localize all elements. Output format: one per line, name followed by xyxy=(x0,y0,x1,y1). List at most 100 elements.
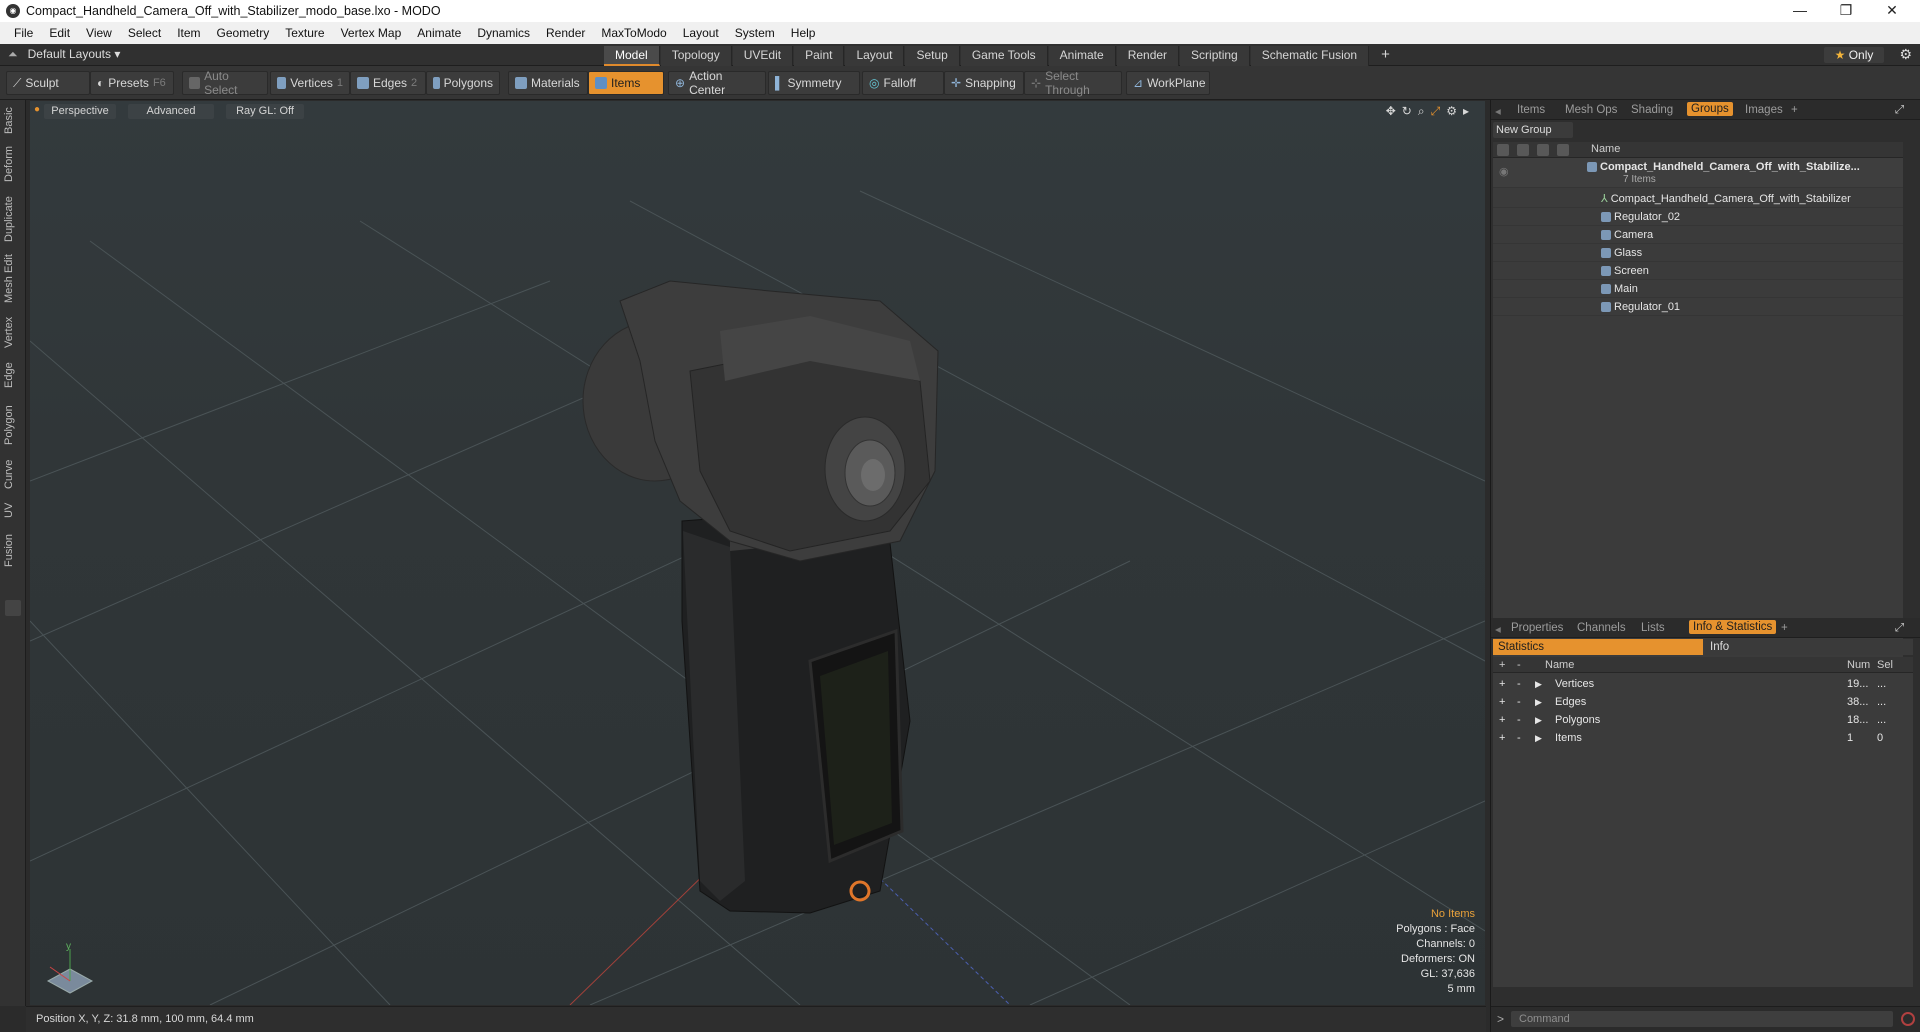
expand-arrow-icon[interactable]: ▶ xyxy=(1535,675,1542,693)
group-item-row[interactable]: Screen xyxy=(1493,262,1903,280)
statistics-tab[interactable]: Statistics xyxy=(1493,639,1703,655)
tab-schematic-fusion[interactable]: Schematic Fusion xyxy=(1250,46,1370,66)
left-tab-duplicate[interactable]: Duplicate xyxy=(3,192,23,246)
tab-scripting[interactable]: Scripting xyxy=(1180,46,1250,66)
rotate-icon[interactable]: ↻ xyxy=(1402,104,1412,119)
command-input[interactable]: Command xyxy=(1511,1011,1893,1027)
collapse-all-icon[interactable]: - xyxy=(1517,657,1521,673)
group-item-row[interactable]: ⅄ Compact_Handheld_Camera_Off_with_Stabil… xyxy=(1493,190,1903,208)
stats-row-vertices[interactable]: + - ▶ Vertices 19... ... xyxy=(1493,675,1913,693)
menu-item[interactable]: Item xyxy=(169,26,208,40)
left-tab-curve[interactable]: Curve xyxy=(3,456,23,492)
menu-vertex-map[interactable]: Vertex Map xyxy=(333,26,410,40)
viewport-expand-icon[interactable]: ▸ xyxy=(1463,104,1469,119)
name-column-header[interactable]: Name xyxy=(1591,143,1620,155)
expand-arrow-icon[interactable]: ▶ xyxy=(1535,711,1542,729)
fit-icon[interactable]: ⤢ xyxy=(1431,104,1441,119)
minimize-button[interactable]: — xyxy=(1777,0,1823,22)
tab-channels[interactable]: Channels xyxy=(1577,622,1626,634)
tab-paint[interactable]: Paint xyxy=(794,46,845,66)
only-toggle[interactable]: ★ Only xyxy=(1824,47,1884,63)
tab-mesh-ops[interactable]: Mesh Ops xyxy=(1565,104,1617,116)
tab-model[interactable]: Model xyxy=(604,46,660,66)
remove-icon[interactable]: - xyxy=(1517,729,1521,747)
layouts-dropdown[interactable]: ⏶ Default Layouts ▾ xyxy=(8,47,120,62)
menu-help[interactable]: Help xyxy=(783,26,824,40)
tab-render[interactable]: Render xyxy=(1116,46,1180,66)
add-icon[interactable]: + xyxy=(1499,675,1505,693)
menu-render[interactable]: Render xyxy=(538,26,593,40)
snapping-button[interactable]: ✛ Snapping xyxy=(944,71,1024,95)
menu-view[interactable]: View xyxy=(78,26,120,40)
tab-animate[interactable]: Animate xyxy=(1048,46,1116,66)
left-tab-edge[interactable]: Edge xyxy=(3,358,23,392)
vertices-button[interactable]: Vertices 1 xyxy=(270,71,350,95)
gear-icon[interactable]: ⚙ xyxy=(1899,46,1912,63)
remove-icon[interactable]: - xyxy=(1517,693,1521,711)
tab-images[interactable]: Images xyxy=(1745,104,1783,116)
falloff-button[interactable]: ◎ Falloff xyxy=(862,71,944,95)
group-root-row[interactable]: ◉ Compact_Handheld_Camera_Off_with_Stabi… xyxy=(1493,158,1903,188)
add-icon[interactable]: + xyxy=(1499,711,1505,729)
record-icon[interactable] xyxy=(1901,1012,1915,1026)
left-tab-vertex[interactable]: Vertex xyxy=(3,312,23,352)
pan-icon[interactable]: ✥ xyxy=(1386,104,1396,119)
info-tab[interactable]: Info xyxy=(1705,639,1913,655)
visibility-column-icon[interactable] xyxy=(1497,144,1509,156)
menu-edit[interactable]: Edit xyxy=(41,26,78,40)
lock-column-icon[interactable] xyxy=(1537,144,1549,156)
view-type-dropdown[interactable]: Perspective xyxy=(44,104,116,119)
left-tab-fusion[interactable]: Fusion xyxy=(3,530,23,570)
tab-uvedit[interactable]: UVEdit xyxy=(732,46,794,66)
action-center-button[interactable]: ⊕ Action Center xyxy=(668,69,766,97)
menu-layout[interactable]: Layout xyxy=(675,26,727,40)
materials-button[interactable]: Materials xyxy=(508,71,588,95)
menu-dynamics[interactable]: Dynamics xyxy=(469,26,538,40)
stats-row-items[interactable]: + - ▶ Items 1 0 xyxy=(1493,729,1913,747)
menu-file[interactable]: File xyxy=(6,26,41,40)
viewport-settings-icon[interactable]: ⚙ xyxy=(1446,104,1457,119)
group-item-row[interactable]: Glass xyxy=(1493,244,1903,262)
raygl-toggle[interactable]: Ray GL: Off xyxy=(226,104,304,119)
menu-texture[interactable]: Texture xyxy=(277,26,332,40)
expand-arrow-icon[interactable]: ▶ xyxy=(1535,729,1542,747)
close-button[interactable]: ✕ xyxy=(1869,0,1915,22)
3d-viewport[interactable]: y ● Perspective Advanced Ray GL: Off ✥ ↻… xyxy=(30,101,1485,1005)
maximize-button[interactable]: ❐ xyxy=(1823,0,1869,22)
shading-dropdown[interactable]: Advanced xyxy=(128,104,214,119)
menu-maxtomodo[interactable]: MaxToModo xyxy=(593,26,674,40)
tab-info-statistics[interactable]: Info & Statistics xyxy=(1689,620,1777,634)
menu-select[interactable]: Select xyxy=(120,26,169,40)
sculpt-button[interactable]: ⟋ Sculpt xyxy=(6,71,90,95)
left-tab-uv[interactable]: UV xyxy=(3,498,23,522)
viewport-menu-icon[interactable]: ● xyxy=(34,104,40,115)
camera-model[interactable] xyxy=(582,280,939,914)
tab-game-tools[interactable]: Game Tools xyxy=(960,46,1048,66)
symmetry-button[interactable]: ▌ Symmetry xyxy=(768,71,860,95)
tab-properties[interactable]: Properties xyxy=(1511,622,1563,634)
auto-select-button[interactable]: Auto Select xyxy=(182,69,268,97)
bottom-panel-menu-icon[interactable]: ◂ xyxy=(1495,622,1501,636)
polygons-button[interactable]: Polygons xyxy=(426,71,500,95)
add-tab-button[interactable]: + xyxy=(1370,46,1401,66)
render-column-icon[interactable] xyxy=(1517,144,1529,156)
stats-row-polygons[interactable]: + - ▶ Polygons 18... ... xyxy=(1493,711,1913,729)
group-item-row[interactable]: Camera xyxy=(1493,226,1903,244)
left-tab-basic[interactable]: Basic xyxy=(3,104,23,138)
add-panel-tab-icon[interactable]: + xyxy=(1791,104,1798,116)
menu-system[interactable]: System xyxy=(727,26,783,40)
select-column-icon[interactable] xyxy=(1557,144,1569,156)
tab-lists[interactable]: Lists xyxy=(1641,622,1665,634)
left-panel-toggle[interactable] xyxy=(5,600,21,616)
group-item-row[interactable]: Regulator_01 xyxy=(1493,298,1903,316)
menu-animate[interactable]: Animate xyxy=(409,26,469,40)
tab-layout[interactable]: Layout xyxy=(845,46,905,66)
add-icon[interactable]: + xyxy=(1499,693,1505,711)
left-tab-polygon[interactable]: Polygon xyxy=(3,400,23,450)
items-button[interactable]: Items xyxy=(588,71,664,95)
panel-expand-icon[interactable]: ⤢ xyxy=(1895,104,1904,117)
eye-icon[interactable]: ◉ xyxy=(1499,163,1509,181)
stats-row-edges[interactable]: + - ▶ Edges 38... ... xyxy=(1493,693,1913,711)
remove-icon[interactable]: - xyxy=(1517,675,1521,693)
tab-setup[interactable]: Setup xyxy=(905,46,960,66)
